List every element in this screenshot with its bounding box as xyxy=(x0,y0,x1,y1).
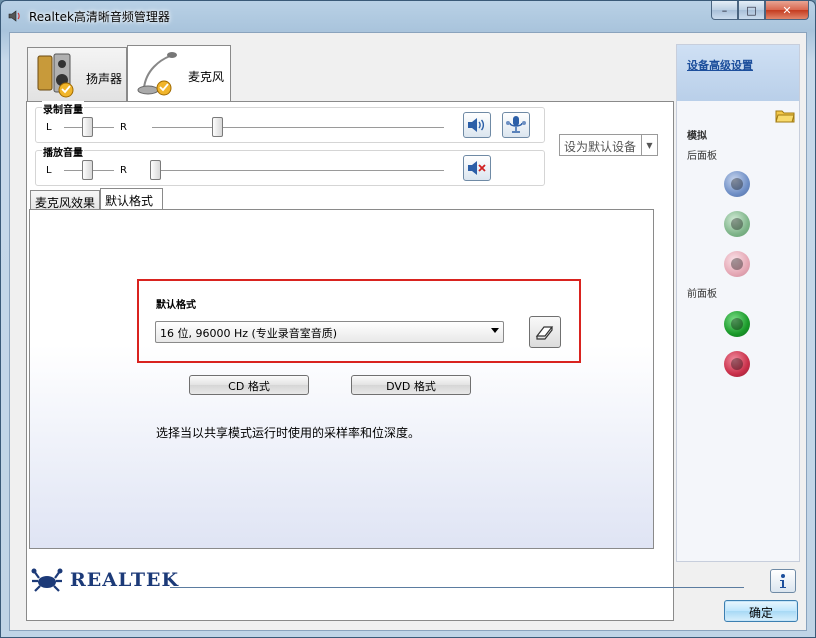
recording-volume-slider[interactable] xyxy=(212,117,223,137)
tab-microphone[interactable]: 麦克风 xyxy=(127,45,231,102)
speaker-volume-icon xyxy=(468,118,485,132)
minimize-button[interactable]: – xyxy=(711,1,738,20)
playback-volume-track xyxy=(152,170,444,172)
speaker-icon xyxy=(37,53,74,98)
client-area: 扬声器 麦克风 录制音量 L R 播放音量 L R 设为默认设备 ▼ 麦克风效果… xyxy=(9,32,807,631)
volume-track xyxy=(152,127,444,129)
playback-mute-button[interactable] xyxy=(463,155,491,181)
info-icon xyxy=(780,574,786,588)
back-panel-label: 后面板 xyxy=(687,151,717,162)
info-button[interactable] xyxy=(770,569,796,593)
realtek-logo: REALTEK xyxy=(30,567,179,593)
set-default-device-label: 设为默认设备 xyxy=(564,140,637,154)
tab-default-format[interactable]: 默认格式 xyxy=(100,188,163,210)
tab-speaker[interactable]: 扬声器 xyxy=(27,47,127,101)
balance-left-label: L xyxy=(46,122,52,133)
footer-divider xyxy=(170,587,744,588)
playback-volume-title: 播放音量 xyxy=(42,144,84,159)
maximize-button[interactable]: □ xyxy=(738,1,765,20)
playback-balance-slider[interactable] xyxy=(82,160,93,180)
recording-balance-slider[interactable] xyxy=(82,117,93,137)
front-panel-label: 前面板 xyxy=(687,289,717,300)
recording-device-button[interactable] xyxy=(502,112,530,138)
advanced-settings-link[interactable]: 设备高级设置 xyxy=(687,57,753,73)
eraser-icon xyxy=(535,326,554,340)
folder-icon[interactable] xyxy=(775,107,795,123)
front-jack-red[interactable] xyxy=(724,351,750,377)
default-format-value: 16 位, 96000 Hz (专业录音室音质) xyxy=(160,327,338,340)
format-description: 选择当以共享模式运行时使用的采样率和位深度。 xyxy=(156,426,421,440)
microphone-icon xyxy=(137,52,177,96)
crab-logo-icon xyxy=(31,568,63,592)
set-default-device-dropdown[interactable]: 设为默认设备 ▼ xyxy=(559,134,658,156)
default-format-label: 默认格式 xyxy=(156,300,196,311)
title-bar[interactable]: Realtek高清晰音频管理器 – □ ✕ xyxy=(1,1,815,31)
analog-label: 模拟 xyxy=(687,131,707,142)
chevron-down-icon: ▼ xyxy=(641,135,657,155)
realtek-logo-text: REALTEK xyxy=(70,569,179,591)
balance-right-label: R xyxy=(120,122,127,133)
front-jack-green[interactable] xyxy=(724,311,750,337)
cd-format-button[interactable]: CD 格式 xyxy=(189,375,309,395)
tab-speaker-label: 扬声器 xyxy=(86,72,123,86)
dropdown-arrow-icon xyxy=(491,328,499,333)
app-window: Realtek高清晰音频管理器 – □ ✕ 扬声器 麦克风 录制音量 L R 播… xyxy=(0,0,816,638)
back-jack-pink[interactable] xyxy=(724,251,750,277)
mute-toggle-button[interactable] xyxy=(463,112,491,138)
playback-volume-slider[interactable] xyxy=(150,160,161,180)
restore-default-button[interactable] xyxy=(529,316,561,348)
playback-balance-left-label: L xyxy=(46,165,52,176)
microphone-person-icon xyxy=(506,116,526,133)
right-panel-header: 设备高级设置 xyxy=(677,45,799,101)
ok-button[interactable]: 确定 xyxy=(724,600,798,622)
device-connector-panel: 设备高级设置 模拟 后面板 前面板 xyxy=(676,44,800,562)
default-format-select[interactable]: 16 位, 96000 Hz (专业录音室音质) xyxy=(155,321,504,343)
tab-microphone-label: 麦克风 xyxy=(188,70,225,84)
dvd-format-button[interactable]: DVD 格式 xyxy=(351,375,471,395)
default-format-panel: 默认格式 16 位, 96000 Hz (专业录音室音质) CD 格式 DVD … xyxy=(29,209,654,549)
back-jack-green[interactable] xyxy=(724,211,750,237)
speaker-app-icon xyxy=(8,10,20,22)
close-button[interactable]: ✕ xyxy=(765,1,809,20)
speaker-muted-icon xyxy=(468,161,486,175)
tab-microphone-effects[interactable]: 麦克风效果 xyxy=(30,190,100,210)
recording-volume-title: 录制音量 xyxy=(42,101,84,116)
playback-balance-right-label: R xyxy=(120,165,127,176)
window-title: Realtek高清晰音频管理器 xyxy=(29,10,170,24)
back-jack-blue[interactable] xyxy=(724,171,750,197)
